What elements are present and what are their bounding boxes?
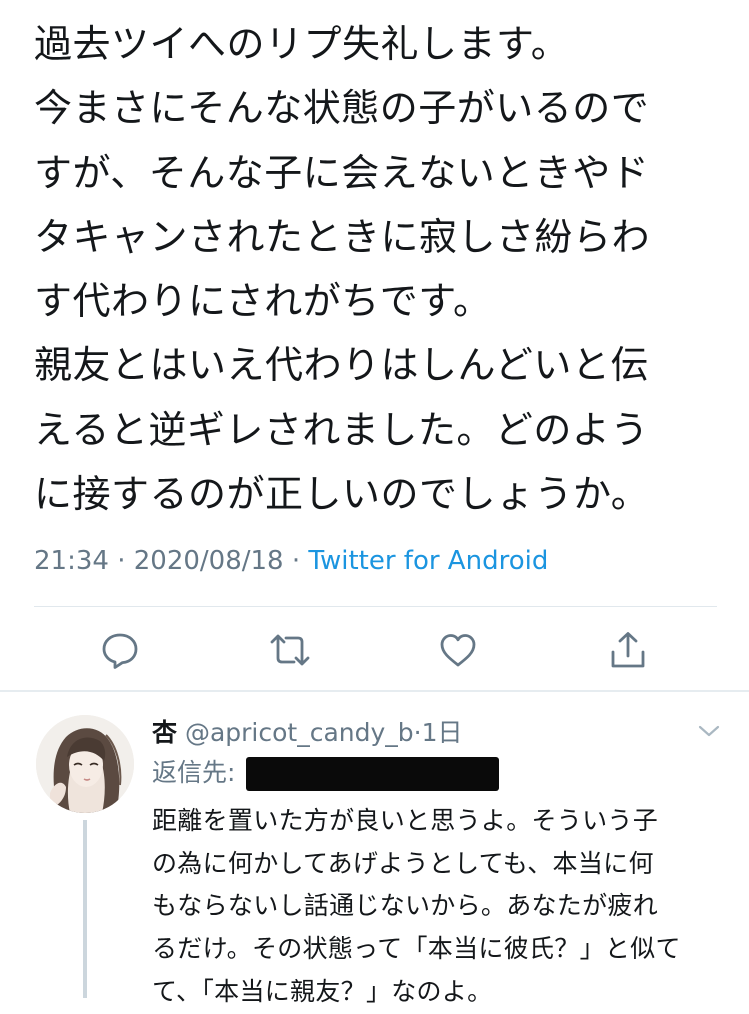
tweet-text-line: 親友とはいえ代わりはしんどいと伝 — [34, 343, 649, 388]
avatar[interactable] — [36, 715, 134, 813]
share-icon — [611, 632, 645, 668]
reply-header: 杏 @apricot_candy_b·1日 — [152, 715, 463, 751]
tweet-text-line: タキャンされたときに寂しさ紛らわ — [34, 214, 651, 259]
reply-button[interactable] — [98, 628, 142, 672]
tweet-text-line: えると逆ギレされました。どのよう — [34, 407, 649, 452]
divider — [34, 606, 717, 607]
reply-author-handle[interactable]: @apricot_candy_b — [177, 718, 414, 747]
reply-author-name[interactable]: 杏 — [152, 718, 177, 747]
tweet-date[interactable]: 2020/08/18 — [134, 546, 284, 576]
retweet-button[interactable] — [268, 628, 312, 672]
chevron-down-icon — [698, 725, 720, 737]
section-divider — [0, 690, 749, 692]
reply-body: 距離を置いた方が良いと思うよ。そういう子 の為に何かしてあげようとしても、本当に… — [152, 800, 732, 1014]
tweet-text-line: す代わりにされがちです。 — [34, 279, 492, 324]
reply-text-line: もならないし話通じないから。あなたが疲れ — [152, 891, 659, 921]
tweet-menu-button[interactable] — [694, 716, 724, 746]
thread-line — [83, 820, 87, 998]
reply-to: 返信先: — [152, 755, 235, 791]
heart-icon — [440, 634, 476, 667]
avatar-illustration — [36, 715, 134, 813]
comment-icon — [102, 633, 138, 669]
tweet-time[interactable]: 21:34 — [34, 546, 109, 576]
reply-text-line: の為に何かしてあげようとしても、本当に何 — [152, 848, 654, 878]
meta-separator: · — [108, 546, 134, 576]
reply-time: 1日 — [421, 718, 463, 747]
tweet-text-line: に接するのが正しいのでしょうか。 — [34, 472, 650, 517]
retweet-icon — [270, 634, 310, 666]
tweet-body: 過去ツイへのリプ失礼します。 今まさにそんな状態の子がいるので すが、そんな子に… — [34, 12, 724, 526]
tweet-actions — [0, 628, 749, 672]
reply-text-line: るだけ。その状態って「本当に彼氏？」と似て — [152, 934, 681, 964]
like-button[interactable] — [436, 628, 480, 672]
share-button[interactable] — [606, 628, 650, 672]
tweet-text-line: 過去ツイへのリプ失礼します。 — [34, 22, 570, 66]
reply-to-label: 返信先: — [152, 758, 236, 787]
meta-separator: · — [413, 718, 422, 747]
redacted-username — [246, 757, 499, 791]
meta-separator: · — [283, 546, 309, 576]
tweet-text-line: すが、そんな子に会えないときやド — [34, 150, 650, 195]
tweet-meta: 21:34 · 2020/08/18 · Twitter for Android — [34, 546, 548, 576]
tweet-text-line: 今まさにそんな状態の子がいるので — [34, 86, 650, 131]
reply-text-line: 距離を置いた方が良いと思うよ。そういう子 — [152, 806, 659, 835]
reply-text-line: て、「本当に親友？」なのよ。 — [152, 976, 493, 1006]
tweet-source-link[interactable]: Twitter for Android — [308, 546, 548, 576]
